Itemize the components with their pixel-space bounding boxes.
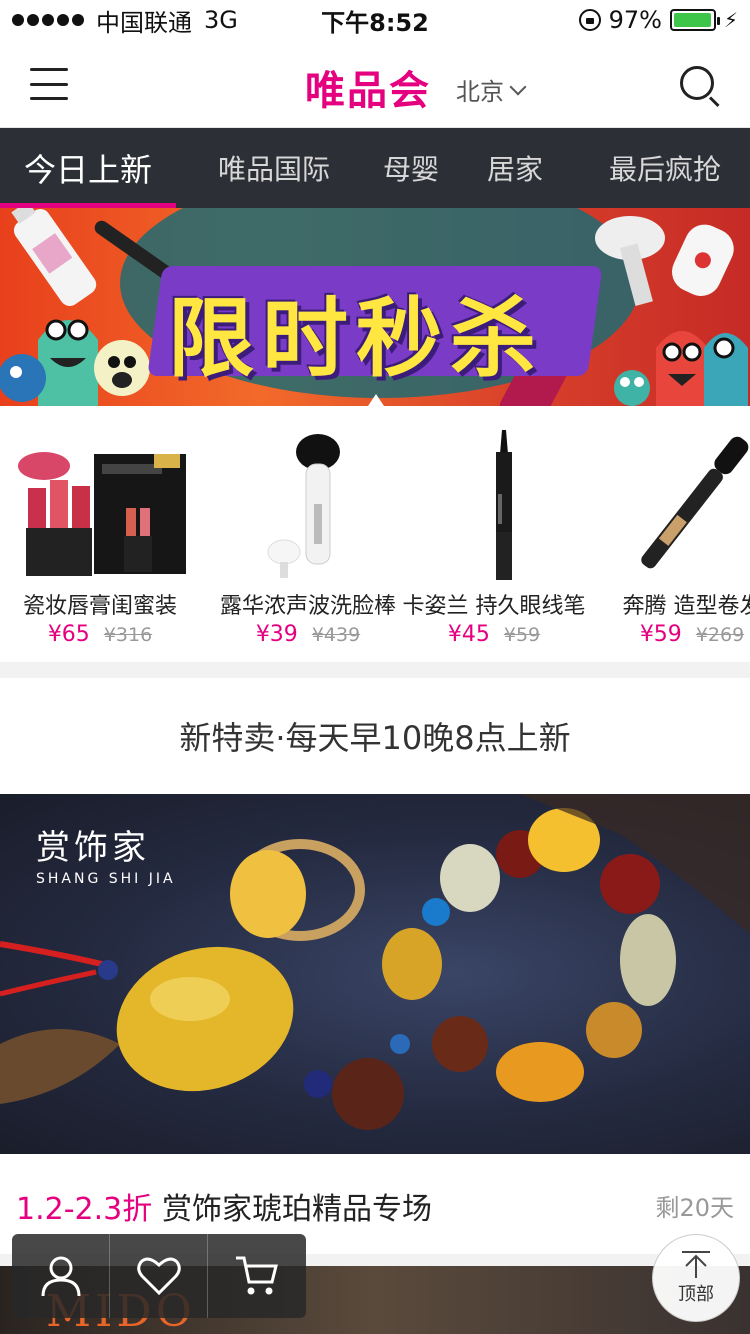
price-current: ¥39	[255, 622, 298, 647]
search-icon[interactable]	[680, 66, 720, 108]
brand-name-en: SHANG SHI JIA	[36, 871, 176, 887]
price-current: ¥45	[447, 622, 490, 647]
network-label: 3G	[204, 6, 238, 34]
product-name: 卡姿兰 持久眼线笔	[402, 594, 586, 619]
discount-label: 1.2-2.3折	[16, 1192, 153, 1227]
flash-sale-list: 瓷妆唇膏闺蜜装 ¥65 ¥316 露华浓声波洗脸棒 ¥39 ¥439 卡姿兰 持久眼…	[0, 406, 750, 662]
battery-percent: 97%	[608, 6, 662, 34]
status-left: 中国联通 3G	[12, 3, 238, 38]
banner-title: 限时秒杀	[168, 289, 544, 389]
product-name: 露华浓声波洗脸棒	[219, 594, 396, 619]
hamburger-menu-icon[interactable]	[30, 68, 68, 100]
price-original: ¥316	[103, 624, 153, 646]
tab-today-new[interactable]: 今日上新	[0, 128, 176, 208]
days-remaining: 剩20天	[655, 1194, 734, 1222]
flash-sale-item[interactable]: 卡姿兰 持久眼线笔 ¥45 ¥59	[394, 406, 602, 662]
section-title: 新特卖·每天早10晚8点上新	[0, 678, 750, 794]
tab-international[interactable]: 唯品国际	[176, 128, 372, 208]
flash-sale-item[interactable]: 露华浓声波洗脸棒 ¥39 ¥439	[208, 406, 416, 662]
brand-name-cn: 赏饰家	[36, 828, 150, 868]
tab-home[interactable]: 居家	[450, 128, 580, 208]
brand-logo: 赏饰家 SHANG SHI JIA	[36, 820, 176, 887]
user-icon	[41, 1256, 80, 1297]
rotation-lock-icon	[578, 9, 601, 31]
carrier-label: 中国联通	[96, 8, 192, 37]
eyeliner-image	[496, 430, 512, 580]
signal-strength-icon	[12, 14, 84, 26]
flash-sale-item[interactable]: 奔腾 造型卷发 ¥59 ¥269	[592, 406, 750, 662]
face-brush-image	[267, 434, 340, 578]
banner-pointer	[368, 394, 384, 406]
cart-button[interactable]	[208, 1234, 306, 1318]
floating-toolbar	[12, 1234, 306, 1318]
city-label: 北京	[456, 78, 504, 106]
tab-baby[interactable]: 母婴	[372, 128, 450, 208]
product-name: 奔腾 造型卷发	[622, 594, 750, 619]
price-original: ¥269	[695, 624, 745, 646]
curling-iron-image	[641, 436, 749, 569]
cart-icon	[236, 1256, 278, 1295]
charging-bolt-icon: ⚡	[723, 8, 738, 32]
product-price: ¥65 ¥316	[0, 622, 200, 647]
status-right: 97% ⚡	[578, 6, 738, 34]
tab-last-chance[interactable]: 最后疯抢	[580, 128, 750, 208]
brand-logo: 唯品会	[305, 68, 431, 114]
flash-sale-item[interactable]: 瓷妆唇膏闺蜜装 ¥65 ¥316	[0, 406, 208, 662]
back-to-top-button[interactable]: 顶部	[652, 1234, 740, 1322]
arrow-up-icon	[682, 1251, 710, 1278]
product-name: 瓷妆唇膏闺蜜装	[22, 594, 177, 619]
product-price: ¥39 ¥439	[208, 622, 408, 647]
price-current: ¥65	[47, 622, 90, 647]
flash-sale-banner[interactable]: 限时秒杀	[0, 208, 750, 406]
chevron-down-icon	[509, 78, 527, 95]
sale-title: 赏饰家琥珀精品专场	[162, 1192, 432, 1227]
product-price: ¥45 ¥59	[394, 622, 594, 647]
sale-card-image[interactable]: 赏饰家 SHANG SHI JIA	[0, 794, 750, 1154]
status-bar: 中国联通 3G 下午8:52 97% ⚡	[0, 0, 750, 40]
product-price: ¥59 ¥269	[592, 622, 750, 647]
city-selector[interactable]: 北京	[456, 72, 527, 107]
heart-icon	[136, 1257, 181, 1296]
price-original: ¥59	[503, 624, 541, 646]
category-tabs: 今日上新 唯品国际 母婴 居家 最后疯抢	[0, 128, 750, 208]
price-original: ¥439	[311, 624, 361, 646]
app-header: 唯品会 北京	[0, 40, 750, 128]
lipstick-set-image	[18, 452, 186, 576]
price-current: ¥59	[639, 622, 682, 647]
favorites-button[interactable]	[110, 1234, 208, 1318]
user-button[interactable]	[12, 1234, 110, 1318]
back-to-top-label: 顶部	[678, 1284, 714, 1305]
battery-icon	[669, 9, 720, 31]
